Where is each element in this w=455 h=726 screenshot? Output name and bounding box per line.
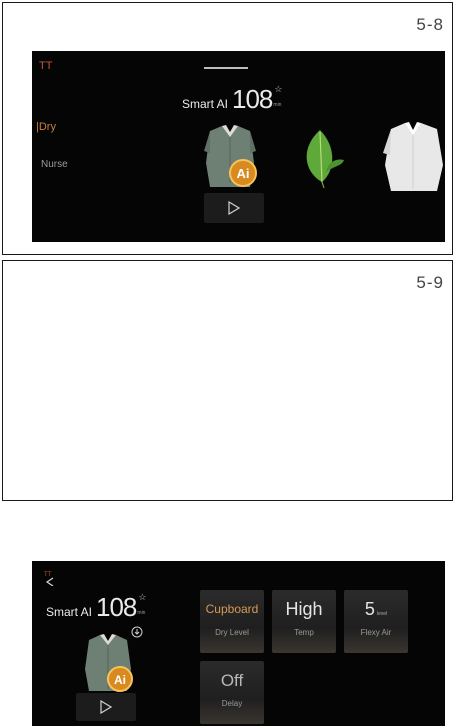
time-unit: min: [137, 610, 146, 616]
program-time-display: Smart AI 108 ☆ min: [46, 592, 150, 623]
back-icon[interactable]: TT: [43, 570, 57, 586]
play-icon: [228, 201, 240, 215]
ai-badge: Ai: [237, 166, 250, 181]
start-button[interactable]: [76, 693, 136, 721]
menu-item-nurse[interactable]: Nurse: [41, 159, 68, 170]
dry-level-tile[interactable]: Cupboard Dry Level: [200, 590, 264, 653]
program-label: Smart AI: [182, 97, 229, 111]
time-unit: min: [273, 102, 282, 108]
figure-5-8: 5-8 TT Smart AI 108 ☆ min |Dry Nurse Ai: [2, 2, 453, 255]
flexy-air-tile[interactable]: 5 level Flexy Air: [344, 590, 408, 653]
program-time-display: Smart AI 108 ☆ min: [182, 84, 286, 115]
delay-tile[interactable]: Off Delay: [200, 661, 264, 724]
program-label: Smart AI: [46, 605, 93, 619]
figure-5-9: 5-9 TT Smart AI 108 ☆ min Ai Cupboard Dr…: [2, 260, 453, 726]
shirt-ai-icon[interactable]: Ai: [200, 123, 262, 193]
white-shirt-icon[interactable]: [379, 119, 445, 195]
dry-level-label: Dry Level: [215, 628, 249, 637]
figure-label: 5-8: [416, 15, 444, 34]
ai-badge: Ai: [114, 673, 126, 687]
delay-value: Off: [220, 671, 244, 690]
leaf-icon[interactable]: [296, 126, 346, 188]
menu-item-dry[interactable]: |Dry: [36, 121, 56, 133]
shirt-ai-icon[interactable]: Ai: [80, 633, 138, 697]
flexy-air-value-wrap: 5 level: [344, 599, 408, 620]
temp-label: Temp: [294, 628, 314, 637]
dry-level-value: Cupboard: [205, 602, 259, 616]
temp-tile[interactable]: High Temp: [272, 590, 336, 653]
svg-text:TT: TT: [44, 572, 52, 578]
play-icon: [100, 700, 112, 714]
time-value: 108: [232, 84, 273, 114]
time-value: 108: [96, 592, 137, 622]
flexy-air-unit: level: [376, 611, 388, 617]
temp-value: High: [285, 599, 323, 619]
star-icon: ☆: [274, 84, 283, 94]
device-screen: TT Smart AI 108 ☆ min |Dry Nurse Ai: [32, 51, 445, 242]
flexy-air-value: 5: [364, 599, 375, 619]
back-icon[interactable]: TT: [39, 60, 52, 72]
delay-label: Delay: [221, 699, 243, 708]
start-button[interactable]: [204, 193, 264, 223]
drag-handle[interactable]: [204, 67, 248, 69]
flexy-air-label: Flexy Air: [360, 628, 392, 637]
figure-label: 5-9: [416, 273, 444, 292]
device-screen: TT Smart AI 108 ☆ min Ai Cupboard Dry Leve: [32, 561, 445, 726]
star-icon: ☆: [138, 592, 147, 602]
